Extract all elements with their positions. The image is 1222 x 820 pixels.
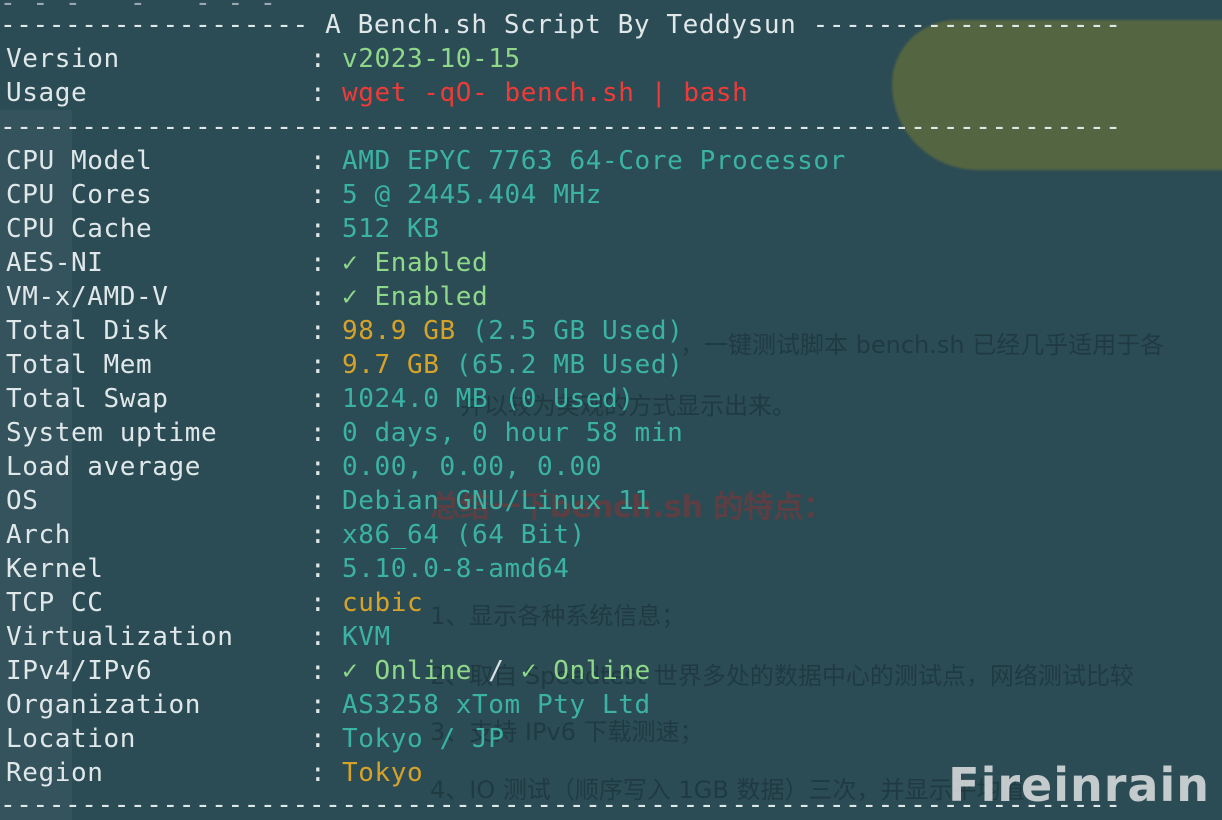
rows-value: 9.7 GB <box>342 350 440 380</box>
rows-value-group: Debian GNU/Linux 11 <box>342 484 651 518</box>
meta-value-group: v2023-10-15 <box>342 42 521 76</box>
colon: : <box>310 350 327 380</box>
colon: : <box>310 588 327 618</box>
rows-label: Kernel <box>6 554 104 584</box>
colon: : <box>310 452 327 482</box>
colon: : <box>310 78 327 108</box>
meta-value: v2023-10-15 <box>342 44 521 74</box>
rows-label: Total Swap <box>6 384 169 414</box>
colon: : <box>310 758 327 788</box>
header-title-line: ------------------- A Bench.sh Script By… <box>0 10 1122 40</box>
rows-value-group: 0.00, 0.00, 0.00 <box>342 450 602 484</box>
colon: : <box>310 554 327 584</box>
rows-value-group: ✓ Enabled <box>342 280 488 314</box>
rows-label: AES-NI <box>6 248 104 278</box>
rows-value: KVM <box>342 622 391 652</box>
rows-value-group: 5 @ 2445.404 MHz <box>342 178 602 212</box>
rows-value-group: KVM <box>342 620 391 654</box>
colon: : <box>310 146 327 176</box>
rows-value: 512 KB <box>342 214 440 244</box>
rows-value: 0.00, 0.00, 0.00 <box>342 452 603 482</box>
rows-label: Region <box>6 758 104 788</box>
rows-value: 98.9 GB <box>342 316 456 346</box>
rows-label: CPU Cores <box>6 180 153 210</box>
rows-value: x86_64 (64 Bit) <box>342 520 586 550</box>
rows-label: Virtualization <box>6 622 234 652</box>
rows-value-group: Tokyo <box>342 756 423 790</box>
rows-value-group: AMD EPYC 7763 64-Core Processor <box>342 144 846 178</box>
rows-value-separator: / <box>472 656 521 686</box>
meta-label: Usage <box>6 78 88 108</box>
rows-value-group: x86_64 (64 Bit) <box>342 518 586 552</box>
colon: : <box>310 690 327 720</box>
rows-value: Debian GNU/Linux 11 <box>342 486 651 516</box>
rows-label: Total Disk <box>6 316 169 346</box>
colon: : <box>310 44 327 74</box>
rows-label: CPU Cache <box>6 214 153 244</box>
watermark-logo: Fireinrain <box>948 758 1210 812</box>
rows-label: Location <box>6 724 137 754</box>
rows-value: AMD EPYC 7763 64-Core Processor <box>342 146 846 176</box>
rows-label: CPU Model <box>6 146 153 176</box>
rows-label: TCP CC <box>6 588 104 618</box>
rows-label: IPv4/IPv6 <box>6 656 153 686</box>
rows-value-group: Tokyo / JP <box>342 722 505 756</box>
colon: : <box>310 214 327 244</box>
meta-label: Version <box>6 44 120 74</box>
rows-value-group: 0 days, 0 hour 58 min <box>342 416 683 450</box>
rows-label: System uptime <box>6 418 218 448</box>
colon: : <box>310 520 327 550</box>
separator-line: ----------------------------------------… <box>0 112 1122 142</box>
rows-value-group: 98.9 GB (2.5 GB Used) <box>342 314 683 348</box>
colon: : <box>310 724 327 754</box>
colon: : <box>310 486 327 516</box>
meta-value: wget -qO- bench.sh | bash <box>342 78 749 108</box>
rows-value: Tokyo <box>342 758 424 788</box>
rows-label: OS <box>6 486 39 516</box>
colon: : <box>310 316 327 346</box>
rows-value: ✓ Enabled <box>342 248 489 278</box>
colon: : <box>310 248 327 278</box>
rows-label: Load average <box>6 452 202 482</box>
rows-value-group: ✓ Enabled <box>342 246 488 280</box>
rows-label: Arch <box>6 520 72 550</box>
rows-value-group: cubic <box>342 586 423 620</box>
rows-value-group: 9.7 GB (65.2 MB Used) <box>342 348 683 382</box>
rows-value-extra: (65.2 MB Used) <box>439 350 684 380</box>
rows-label: Organization <box>6 690 202 720</box>
meta-value-group: wget -qO- bench.sh | bash <box>342 76 748 110</box>
rows-label: VM-x/AMD-V <box>6 282 169 312</box>
rows-value: ✓ Enabled <box>342 282 489 312</box>
colon: : <box>310 282 327 312</box>
rows-label: Total Mem <box>6 350 153 380</box>
colon: : <box>310 622 327 652</box>
rows-value: 5 @ 2445.404 MHz <box>342 180 603 210</box>
rows-value-group: ✓ Online / ✓ Online <box>342 654 651 688</box>
colon: : <box>310 656 327 686</box>
colon: : <box>310 418 327 448</box>
rows-value: ✓ Online <box>342 656 473 686</box>
rows-value: Tokyo / JP <box>342 724 505 754</box>
rows-value-group: 512 KB <box>342 212 440 246</box>
rows-value-extra: ✓ Online <box>520 656 651 686</box>
rows-value-extra: (2.5 GB Used) <box>455 316 684 346</box>
rows-value-group: 5.10.0-8-amd64 <box>342 552 570 586</box>
rows-value: 0 days, 0 hour 58 min <box>342 418 684 448</box>
rows-value-group: 1024.0 MB (0 Used) <box>342 382 635 416</box>
colon: : <box>310 180 327 210</box>
colon: : <box>310 384 327 414</box>
rows-value: AS3258 xTom Pty Ltd <box>342 690 651 720</box>
rows-value: 5.10.0-8-amd64 <box>342 554 570 584</box>
rows-value-group: AS3258 xTom Pty Ltd <box>342 688 651 722</box>
terminal-window[interactable]: - - - - - - - ------------------- A Benc… <box>0 0 1222 820</box>
rows-value: cubic <box>342 588 424 618</box>
rows-value: 1024.0 MB (0 Used) <box>342 384 635 414</box>
